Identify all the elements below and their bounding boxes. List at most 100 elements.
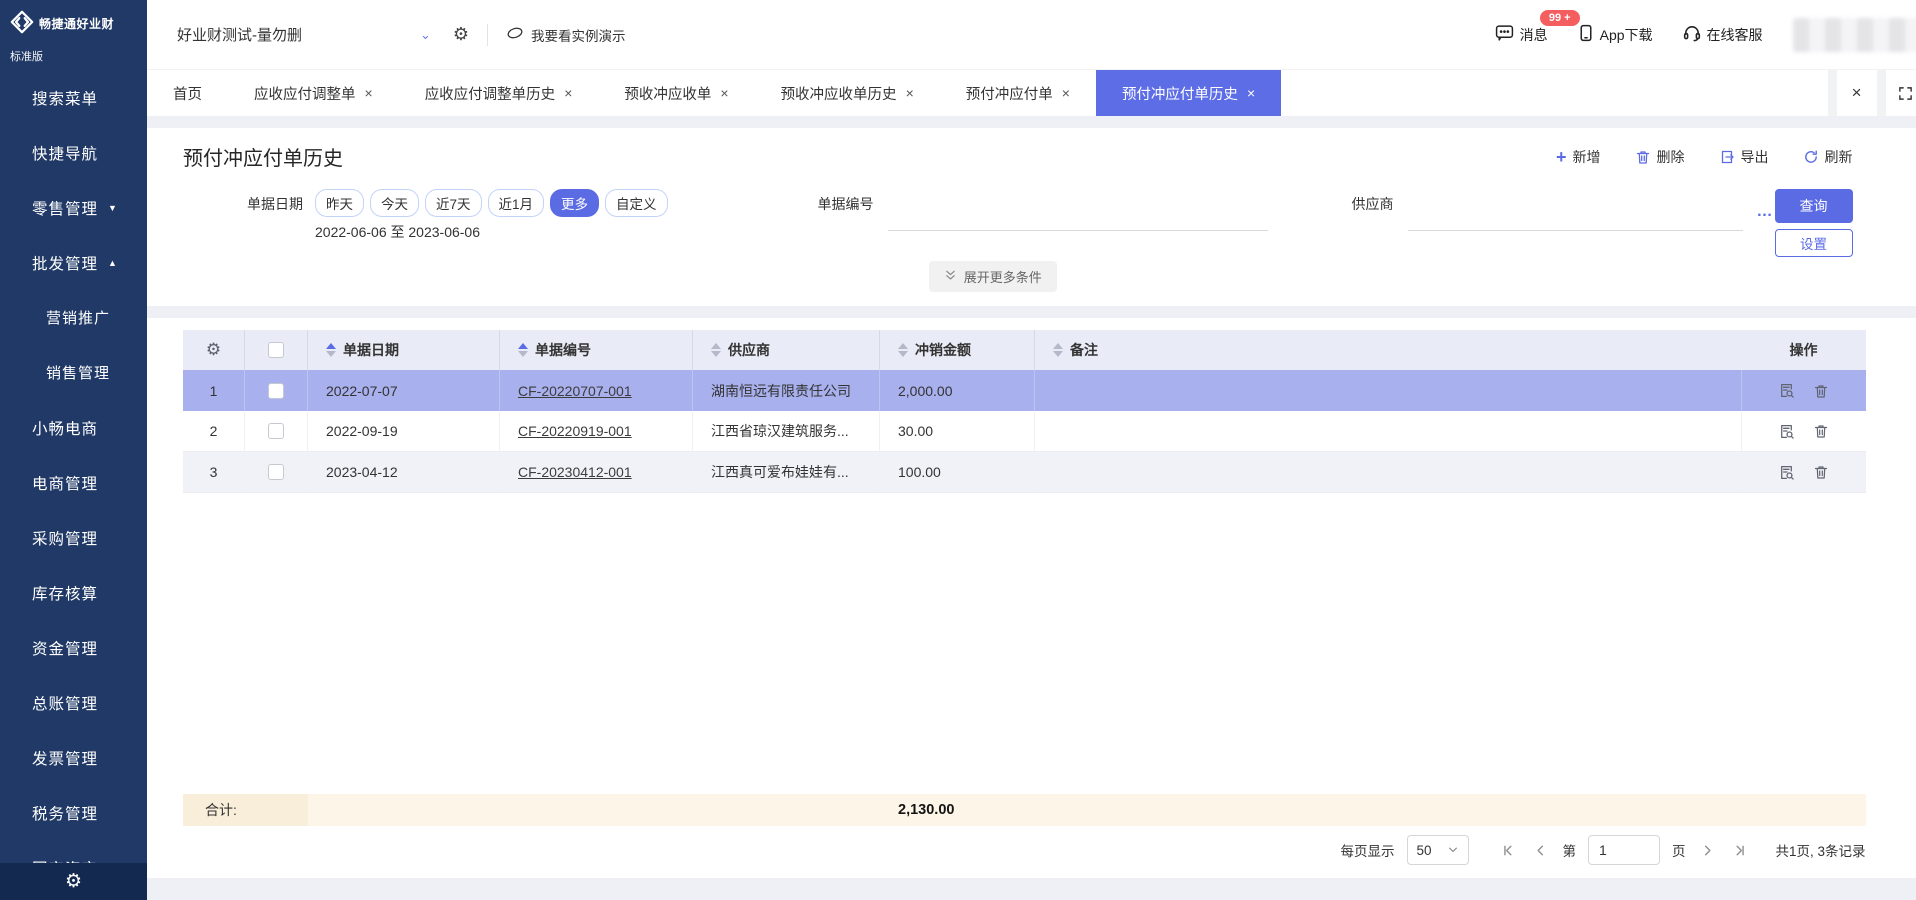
export-button[interactable]: 导出 xyxy=(1719,147,1769,167)
company-chevron-down-icon[interactable]: ⌄ xyxy=(420,27,431,43)
date-pill[interactable]: 近1月 xyxy=(488,189,545,217)
sidebar-item[interactable]: 小畅电商 xyxy=(0,400,147,455)
date-pill[interactable]: 更多 xyxy=(550,189,599,217)
row-checkbox[interactable] xyxy=(268,383,284,399)
row-delete-icon[interactable] xyxy=(1813,464,1829,480)
tab-close-icon[interactable]: × xyxy=(906,85,914,101)
tab[interactable]: 预付冲应付单 × xyxy=(940,70,1096,116)
sidebar-item[interactable]: 批发管理 ▲ xyxy=(0,235,147,290)
date-range-value[interactable]: 2022-06-06 至 2023-06-06 xyxy=(315,222,668,242)
tab[interactable]: 首页 × xyxy=(147,70,228,116)
sort-icons[interactable] xyxy=(1053,343,1063,357)
fullscreen-icon[interactable] xyxy=(1886,70,1916,116)
sidebar-item[interactable]: 零售管理 ▼ xyxy=(0,180,147,235)
doc-code-link[interactable]: CF-20220707-001 xyxy=(518,383,632,399)
date-pill[interactable]: 今天 xyxy=(370,189,419,217)
date-pill[interactable]: 自定义 xyxy=(605,189,668,217)
sidebar-item[interactable]: 发票管理 xyxy=(0,730,147,785)
tab-close-icon[interactable]: × xyxy=(564,85,572,101)
query-button[interactable]: 查询 xyxy=(1775,189,1853,223)
expand-more-button[interactable]: 展开更多条件 xyxy=(929,261,1057,292)
delete-button[interactable]: 删除 xyxy=(1635,147,1685,167)
first-page-icon[interactable] xyxy=(1499,840,1519,860)
demo-link[interactable]: 我要看实例演示 xyxy=(506,25,626,45)
sidebar-item[interactable]: 库存核算 xyxy=(0,565,147,620)
row-index-cell: 1 xyxy=(183,370,245,411)
tab-close-icon[interactable]: × xyxy=(1062,85,1070,101)
messages-link[interactable]: 消息 99 + xyxy=(1495,24,1548,45)
settings-gear-icon[interactable]: ⚙ xyxy=(65,870,82,893)
view-detail-icon[interactable] xyxy=(1778,464,1795,481)
page-number-input[interactable] xyxy=(1588,835,1660,865)
table-row[interactable]: 1 2022-07-07 CF-20220707-001 湖南恒远有限责任公司 … xyxy=(183,370,1866,411)
row-delete-icon[interactable] xyxy=(1813,383,1829,399)
last-page-icon[interactable] xyxy=(1730,840,1750,860)
tab-close-icon[interactable]: × xyxy=(720,85,728,101)
column-header[interactable]: 供应商 xyxy=(693,330,880,370)
date-pill[interactable]: 近7天 xyxy=(425,189,482,217)
sort-icons[interactable] xyxy=(898,343,908,357)
supplier-more-icon[interactable]: … xyxy=(1757,203,1775,221)
table-row[interactable]: 2 2022-09-19 CF-20220919-001 江西省琼汉建筑服务..… xyxy=(183,411,1866,452)
total-amount: 2,130.00 xyxy=(898,802,954,818)
tab[interactable]: 预收冲应收单历史 × xyxy=(755,70,940,116)
view-detail-icon[interactable] xyxy=(1778,423,1795,440)
table-row[interactable]: 3 2023-04-12 CF-20230412-001 江西真可爱布娃娃有..… xyxy=(183,452,1866,493)
app-root: 畅捷通好业财 标准版 搜索菜单 快捷导航 零售管理 ▼ 批发管理 ▲ 营销 xyxy=(0,0,1916,900)
sort-icons[interactable] xyxy=(326,343,336,357)
tab[interactable]: 预付冲应付单历史 × xyxy=(1096,70,1281,116)
sidebar-item[interactable]: 税务管理 xyxy=(0,785,147,840)
view-detail-icon[interactable] xyxy=(1778,382,1795,399)
tab[interactable]: 预收冲应收单 × xyxy=(598,70,754,116)
doc-no-input[interactable] xyxy=(888,204,1268,230)
row-delete-icon[interactable] xyxy=(1813,423,1829,439)
sort-asc-icon xyxy=(326,343,336,349)
page-prefix: 第 xyxy=(1563,840,1577,860)
user-account-blurred[interactable] xyxy=(1793,18,1916,52)
sidebar-item[interactable]: 搜索菜单 xyxy=(0,70,147,125)
column-header[interactable]: 单据日期 xyxy=(308,330,500,370)
tab[interactable]: 应收应付调整单历史 × xyxy=(399,70,599,116)
sidebar-item[interactable]: 采购管理 xyxy=(0,510,147,565)
tab-close-icon[interactable]: × xyxy=(1247,85,1255,101)
tab-close-icon[interactable]: × xyxy=(365,85,373,101)
filter-panel: 预付冲应付单历史 + 新增 删除 xyxy=(147,128,1916,306)
doc-code-link[interactable]: CF-20220919-001 xyxy=(518,423,632,439)
app-download-link[interactable]: App下载 xyxy=(1578,24,1653,45)
sidebar-item[interactable]: 快捷导航 xyxy=(0,125,147,180)
next-page-icon[interactable] xyxy=(1698,840,1718,860)
sort-icons[interactable] xyxy=(518,343,528,357)
action-column-label: 操作 xyxy=(1790,340,1818,360)
topbar-gear-icon[interactable]: ⚙ xyxy=(453,24,469,45)
sidebar-item[interactable]: 总账管理 xyxy=(0,675,147,730)
row-checkbox[interactable] xyxy=(268,423,284,439)
doc-code-link[interactable]: CF-20230412-001 xyxy=(518,464,632,480)
company-selector[interactable]: 好业财测试-量勿删 xyxy=(177,24,302,45)
sidebar-item[interactable]: 电商管理 xyxy=(0,455,147,510)
column-header[interactable]: 冲销金额 xyxy=(880,330,1035,370)
select-all-checkbox[interactable] xyxy=(268,342,284,358)
sidebar-item[interactable]: 销售管理 xyxy=(0,345,147,400)
row-index: 1 xyxy=(210,383,218,399)
toolbar-actions: + 新增 删除 xyxy=(1556,147,1853,167)
column-header[interactable]: 单据编号 xyxy=(500,330,693,370)
column-gear-icon[interactable]: ⚙ xyxy=(206,340,221,360)
settings-button[interactable]: 设置 xyxy=(1775,229,1853,257)
supplier-input[interactable] xyxy=(1408,204,1743,230)
column-header[interactable]: 备注 xyxy=(1035,330,1742,370)
close-all-tabs-icon[interactable]: × xyxy=(1837,70,1877,116)
sidebar-item[interactable]: 营销推广 xyxy=(0,290,147,345)
tab[interactable]: 应收应付调整单 × xyxy=(228,70,399,116)
support-link[interactable]: 在线客服 xyxy=(1683,24,1763,45)
filter-row: 单据日期 昨天今天近7天近1月更多自定义 2022-06-06 至 2023-0… xyxy=(183,189,1853,257)
sort-icons[interactable] xyxy=(711,343,721,357)
refresh-button[interactable]: 刷新 xyxy=(1803,147,1853,167)
row-checkbox[interactable] xyxy=(268,464,284,480)
row-checkbox-cell xyxy=(245,370,308,411)
date-pill[interactable]: 昨天 xyxy=(315,189,364,217)
sidebar-item[interactable]: 资金管理 xyxy=(0,620,147,675)
prev-page-icon[interactable] xyxy=(1531,840,1551,860)
add-button[interactable]: + 新增 xyxy=(1556,147,1601,167)
sort-asc-icon xyxy=(898,343,908,349)
page-size-select[interactable]: 50 xyxy=(1407,835,1469,865)
